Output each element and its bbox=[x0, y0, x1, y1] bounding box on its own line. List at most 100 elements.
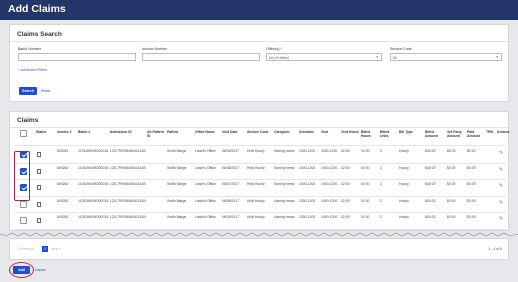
invoice-number-label: Invoice Number bbox=[142, 47, 168, 51]
cell-billed-hours: 02:00 bbox=[361, 182, 370, 186]
column-header[interactable]: Billed Hours bbox=[361, 130, 379, 138]
edit-icon[interactable]: ✎ bbox=[499, 167, 503, 173]
select-all-checkbox[interactable] bbox=[20, 130, 27, 137]
column-header[interactable]: Office Name bbox=[195, 130, 221, 134]
reset-button[interactable]: Reset bbox=[41, 87, 50, 95]
invoice-number-input[interactable] bbox=[142, 53, 260, 61]
column-header[interactable]: Caregiver bbox=[274, 130, 298, 134]
cell-date: 06/05/2017 bbox=[222, 149, 239, 153]
cell-admission: LZ5-79976546542141B bbox=[110, 215, 146, 219]
document-icon[interactable] bbox=[37, 201, 41, 207]
cell-bill-type: Hourly bbox=[399, 198, 409, 203]
cell-admission: LZ5-79976546542141B bbox=[110, 149, 146, 153]
previous-page-button[interactable]: < Previous bbox=[17, 247, 34, 251]
cell-service: HHA Hourly bbox=[247, 215, 265, 219]
edit-icon[interactable]: ✎ bbox=[499, 216, 503, 222]
row-select-checkbox[interactable] bbox=[20, 217, 27, 224]
row-select-checkbox[interactable] bbox=[20, 200, 27, 208]
service-code-select-value: All bbox=[393, 55, 397, 60]
claims-search-panel: Claims Search Batch Number Invoice Numbe… bbox=[9, 24, 509, 102]
edit-icon[interactable]: ✎ bbox=[499, 150, 503, 156]
cell-invoice: 600263 bbox=[57, 215, 69, 219]
page-1-button[interactable]: 1 bbox=[42, 246, 48, 252]
table-row: 600263 117626NSHD00015 LZ5-79976546542141B… bbox=[14, 147, 506, 164]
cell-patient: Smith Marge bbox=[167, 182, 187, 186]
column-header[interactable]: Visit Date bbox=[222, 130, 246, 134]
cell-office: Lissel's Office bbox=[195, 215, 216, 219]
column-header[interactable]: Visit Hours bbox=[341, 130, 360, 134]
required-marker: * bbox=[280, 47, 282, 51]
cell-paid: $0.00 bbox=[467, 182, 476, 186]
service-code-select[interactable]: All ▾ bbox=[390, 53, 502, 61]
cell-billed: $40.00 bbox=[425, 149, 436, 153]
row-select-checkbox[interactable] bbox=[20, 184, 27, 191]
cell-bill-type: Hourly bbox=[399, 182, 409, 186]
cell-billed: $40.00 bbox=[425, 198, 436, 203]
advanced-filters-link[interactable]: + Advanced Filters bbox=[18, 68, 47, 72]
cell-units: 2 bbox=[380, 182, 382, 186]
next-page-button[interactable]: Next > bbox=[51, 247, 61, 251]
column-header[interactable]: Paid Amount bbox=[467, 130, 485, 138]
row-select-checkbox[interactable] bbox=[20, 151, 27, 158]
cell-date: 06/06/2017 bbox=[222, 165, 239, 170]
cell-third: $0.00 bbox=[447, 182, 456, 186]
column-header[interactable]: Status bbox=[36, 130, 56, 134]
column-header[interactable]: Actions bbox=[497, 130, 509, 134]
offices-select[interactable]: All (+5 others) ▾ bbox=[266, 53, 382, 61]
cell-office: Lissel's Office bbox=[195, 182, 216, 186]
column-header[interactable]: Alt Patient ID bbox=[147, 130, 166, 138]
batch-number-input[interactable] bbox=[18, 53, 136, 61]
cell-caregiver: Karring Imma bbox=[274, 149, 295, 153]
column-header[interactable]: Patient bbox=[167, 130, 194, 134]
column-header[interactable]: Invoice # bbox=[57, 130, 77, 134]
cell-caregiver: Karring Imma bbox=[274, 198, 295, 203]
cell-visit: 1000-1200 bbox=[321, 198, 338, 203]
document-icon[interactable] bbox=[37, 168, 41, 174]
divider bbox=[10, 41, 508, 42]
column-header[interactable]: Visit bbox=[321, 130, 340, 134]
offices-select-value: All (+5 others) bbox=[269, 55, 289, 60]
row-divider bbox=[14, 228, 506, 230]
add-button[interactable]: Add bbox=[13, 266, 30, 274]
cancel-button[interactable]: Cancel bbox=[35, 266, 46, 274]
cell-service: HHA Hourly bbox=[247, 198, 265, 203]
column-header[interactable]: Billed Amount bbox=[425, 130, 446, 138]
cell-third: $0.00 bbox=[447, 198, 456, 203]
column-header[interactable]: Service Code bbox=[247, 130, 273, 134]
cell-paid: $0.00 bbox=[467, 165, 476, 170]
cell-caregiver: Karring Imma bbox=[274, 215, 295, 219]
page-header: Add Claims bbox=[0, 0, 518, 20]
cell-billed: $40.00 bbox=[425, 165, 436, 170]
document-icon[interactable] bbox=[37, 185, 41, 190]
cell-bill-type: Hourly bbox=[399, 215, 409, 219]
cell-schedule: 1000-1200 bbox=[299, 149, 316, 153]
table-row: 600263 117626NSHD00015 LZ5-79976546542141B… bbox=[14, 180, 506, 197]
column-header[interactable]: Batch # bbox=[78, 130, 109, 134]
edit-icon[interactable]: ✎ bbox=[499, 200, 503, 206]
column-header[interactable]: 3rd Party Amount bbox=[447, 130, 466, 138]
column-header[interactable]: Schedule bbox=[299, 130, 320, 134]
cell-admission: LZ5-79976546542141B bbox=[110, 182, 146, 186]
column-header[interactable]: Billed Units bbox=[380, 130, 398, 138]
document-icon[interactable] bbox=[37, 152, 41, 157]
cell-date: 06/08/2017 bbox=[222, 198, 239, 203]
cell-invoice: 600263 bbox=[57, 182, 69, 186]
table-row: 600263 117626NSHD00015 LZ5-79976546542141B… bbox=[14, 213, 506, 230]
column-header[interactable]: Bill Type bbox=[399, 130, 424, 134]
cell-caregiver: Karring Imma bbox=[274, 165, 295, 170]
column-header[interactable]: TRN bbox=[486, 130, 496, 134]
cell-date: 06/09/2017 bbox=[222, 215, 239, 219]
cell-billed: $40.00 bbox=[425, 182, 436, 186]
cell-batch: 117626NSHD00015 bbox=[78, 182, 109, 186]
edit-icon[interactable]: ✎ bbox=[499, 183, 503, 189]
cell-service: HHA Hourly bbox=[247, 182, 265, 186]
cell-billed-hours: 02:00 bbox=[361, 165, 370, 170]
cell-bill-type: Hourly bbox=[399, 165, 409, 170]
cell-admission: LZ5-79976546542141B bbox=[110, 198, 146, 203]
cell-paid: $0.00 bbox=[467, 149, 476, 153]
column-header[interactable]: Admission ID bbox=[110, 130, 146, 134]
document-icon[interactable] bbox=[37, 218, 41, 223]
row-select-checkbox[interactable] bbox=[20, 167, 27, 175]
cell-billed-hours: 02:00 bbox=[361, 198, 370, 203]
search-button[interactable]: Search bbox=[19, 87, 37, 95]
